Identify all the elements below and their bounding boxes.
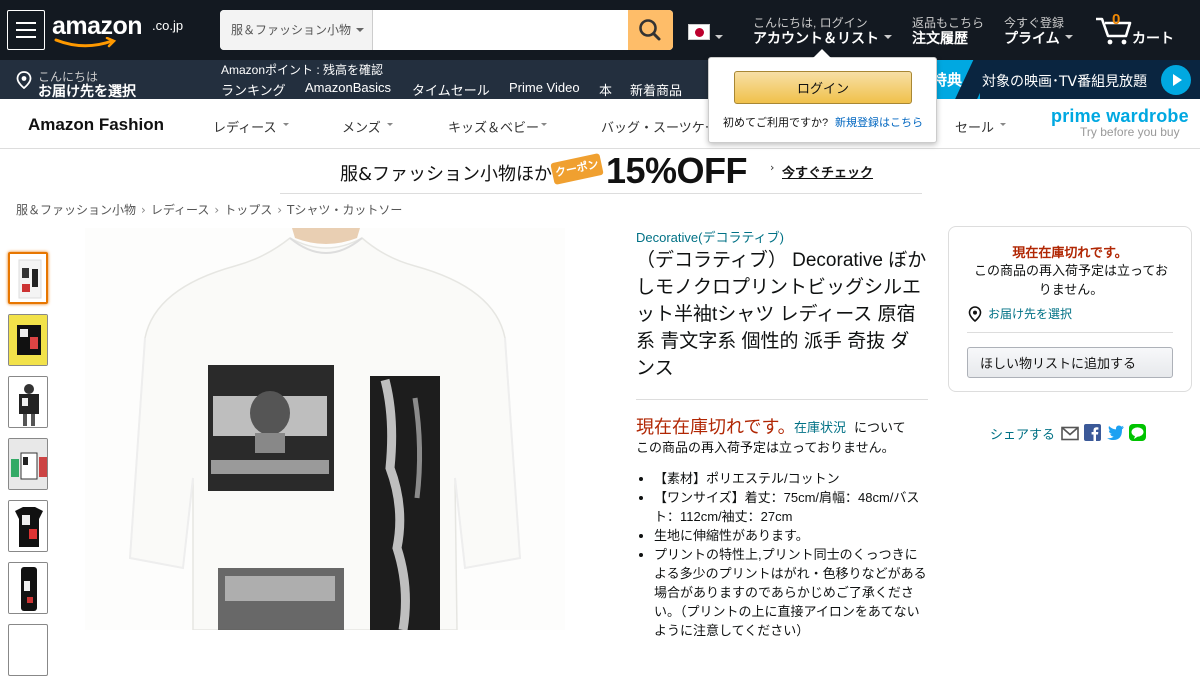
buybox-stock-status: 現在在庫切れです。 <box>1012 245 1128 260</box>
product-thumbnail[interactable] <box>8 376 48 428</box>
promo-text: 対象の映画･TV番組見放題 <box>982 74 1148 90</box>
flyout-arrow <box>813 49 831 58</box>
twitter-icon[interactable] <box>1106 424 1125 441</box>
chevron-right-icon: › <box>214 203 220 217</box>
search-icon <box>639 19 661 41</box>
chevron-down-icon <box>884 35 892 39</box>
feature-bullet: 【ワンサイズ】着丈：75cm/肩幅：48cm/バスト：112cm/袖丈：27cm <box>636 488 930 526</box>
coupon-percent: 15%OFF <box>606 150 748 191</box>
points-link[interactable]: Amazonポイント : 残高を確認 <box>221 61 383 78</box>
coupon-banner[interactable]: 服&ファッション小物ほか クーポン 15%OFF › 今すぐチェック <box>280 150 922 194</box>
login-button[interactable]: ログイン <box>734 71 912 104</box>
product-thumbnail[interactable] <box>8 500 48 552</box>
first-time-text: 初めてご利用ですか? <box>723 117 829 129</box>
line-icon[interactable] <box>1129 424 1147 441</box>
stock-status-note: について <box>854 420 906 435</box>
buybox-restock-note: この商品の再入荷予定は立っておりません。 <box>974 263 1168 297</box>
product-main-image[interactable] <box>85 228 565 630</box>
coupon-badge: クーポン <box>550 153 604 185</box>
brand-link[interactable]: Decorative(デコラティブ) <box>636 227 784 246</box>
divider <box>636 399 928 400</box>
product-thumbnail[interactable] <box>8 624 48 676</box>
fashion-tab-mens[interactable]: メンズ <box>342 117 381 136</box>
signup-link[interactable]: 新規登録はこちら <box>835 114 923 130</box>
chevron-down-icon <box>715 35 723 39</box>
fashion-subnav: Amazon Fashion レディース メンズ キッズ＆ベビー バッグ・スーツ… <box>0 99 1200 149</box>
breadcrumb-item[interactable]: Tシャツ・カットソー <box>287 203 402 217</box>
feature-bullets: 【素材】ポリエステル/コットン 【ワンサイズ】着丈：75cm/肩幅：48cm/バ… <box>636 469 930 640</box>
add-to-wishlist-button[interactable]: ほしい物リストに追加する <box>967 347 1173 378</box>
chevron-down-icon <box>387 123 393 126</box>
cart-count-badge: 0 <box>1112 11 1121 28</box>
amazon-logo[interactable]: amazon .co.jp <box>52 12 192 50</box>
nav-link-timesale[interactable]: タイムセール <box>412 80 490 99</box>
coupon-check-link[interactable]: 今すぐチェック <box>782 162 873 181</box>
nav-link-new-arrivals[interactable]: 新着商品 <box>630 80 682 99</box>
fashion-tab-kids[interactable]: キッズ＆ベビー <box>448 117 539 136</box>
prime-button[interactable]: プライム <box>1004 28 1060 48</box>
chevron-down-icon <box>356 28 364 32</box>
account-lists-button[interactable]: アカウント＆リスト <box>753 28 879 48</box>
chevron-right-icon: › <box>770 161 775 174</box>
top-navbar: amazon .co.jp 服＆ファッション小物 こんにちは, ログイン アカウ… <box>0 0 1200 60</box>
facebook-icon[interactable] <box>1084 424 1102 441</box>
nav-link-prime-video[interactable]: Prime Video <box>509 80 580 95</box>
mail-icon[interactable] <box>1061 425 1079 442</box>
product-thumbnail[interactable] <box>8 252 48 304</box>
breadcrumb-item[interactable]: トップス <box>224 203 272 217</box>
prime-wardrobe-tagline: Try before you buy <box>1080 125 1180 139</box>
buybox-deliver-link[interactable]: お届け先を選択 <box>988 305 1072 322</box>
deliver-to-button[interactable]: こんにちは お届け先を選択 <box>14 64 194 99</box>
prime-wardrobe-logo[interactable]: prime wardrobe <box>1051 106 1189 127</box>
deliver-label: お届け先を選択 <box>38 83 136 99</box>
search-bar: 服＆ファッション小物 <box>220 10 673 50</box>
chevron-right-icon: › <box>277 203 283 217</box>
chevron-down-icon <box>541 123 547 126</box>
feature-bullet: 【素材】ポリエステル/コットン <box>636 469 930 488</box>
nav-link-ranking[interactable]: ランキング <box>221 80 286 99</box>
share-label[interactable]: シェアする <box>990 424 1055 443</box>
cart-label: カート <box>1132 30 1174 46</box>
search-button[interactable] <box>628 10 673 50</box>
nav-link-books[interactable]: 本 <box>599 80 612 99</box>
nav-link-amazonbasics[interactable]: AmazonBasics <box>305 80 391 95</box>
feature-bullet: プリントの特性上,プリント同士のくっつきによる多少のプリントはがれ・色移りなどが… <box>636 545 930 640</box>
product-thumbnail[interactable] <box>8 562 48 614</box>
breadcrumb: 服＆ファッション小物 › レディース › トップス › Tシャツ・カットソー <box>16 201 402 218</box>
chevron-right-icon: › <box>141 203 146 217</box>
product-thumbnail[interactable] <box>8 438 48 490</box>
location-pin-icon <box>16 71 32 89</box>
stock-status-link[interactable]: 在庫状況 <box>794 417 846 436</box>
play-icon <box>1161 65 1191 95</box>
coupon-text: 服&ファッション小物ほか <box>340 164 553 185</box>
location-pin-icon <box>968 306 982 322</box>
search-category-label: 服＆ファッション小物 <box>231 23 352 37</box>
product-thumbnail[interactable] <box>8 314 48 366</box>
restock-note: この商品の再入荷予定は立っておりません。 <box>636 440 895 455</box>
prime-video-promo[interactable]: 特典 対象の映画･TV番組見放題 <box>932 60 1200 99</box>
fashion-tab-sale[interactable]: セール <box>955 117 994 136</box>
feature-bullet: 生地に伸縮性があります。 <box>636 526 930 545</box>
search-category-dropdown[interactable]: 服＆ファッション小物 <box>220 10 373 50</box>
smile-arrow-icon <box>54 37 117 48</box>
fashion-tab-ladies[interactable]: レディース <box>213 117 276 136</box>
search-input[interactable] <box>374 10 628 50</box>
breadcrumb-item[interactable]: レディース <box>151 203 210 217</box>
logo-tld: .co.jp <box>152 18 184 33</box>
orders-button[interactable]: 注文履歴 <box>912 28 968 48</box>
amazon-fashion-title[interactable]: Amazon Fashion <box>28 115 164 135</box>
divider <box>967 332 1173 333</box>
cart-button[interactable]: カート <box>1092 8 1182 52</box>
stock-status: 現在在庫切れです。 <box>636 417 796 437</box>
hamburger-menu-icon[interactable] <box>7 10 45 50</box>
chevron-down-icon <box>1065 35 1073 39</box>
japan-flag-icon[interactable] <box>688 24 710 40</box>
login-flyout: ログイン 初めてご利用ですか? 新規登録はこちら <box>708 49 937 143</box>
chevron-down-icon <box>1000 123 1006 126</box>
product-title: （デコラティブ） Decorative ぼかしモノクロプリントビッグシルエット半… <box>636 250 927 379</box>
breadcrumb-item[interactable]: 服＆ファッション小物 <box>16 203 136 217</box>
chevron-down-icon <box>283 123 289 126</box>
buy-box: 現在在庫切れです。 この商品の再入荷予定は立っておりません。 お届け先を選択 ほ… <box>948 226 1192 392</box>
